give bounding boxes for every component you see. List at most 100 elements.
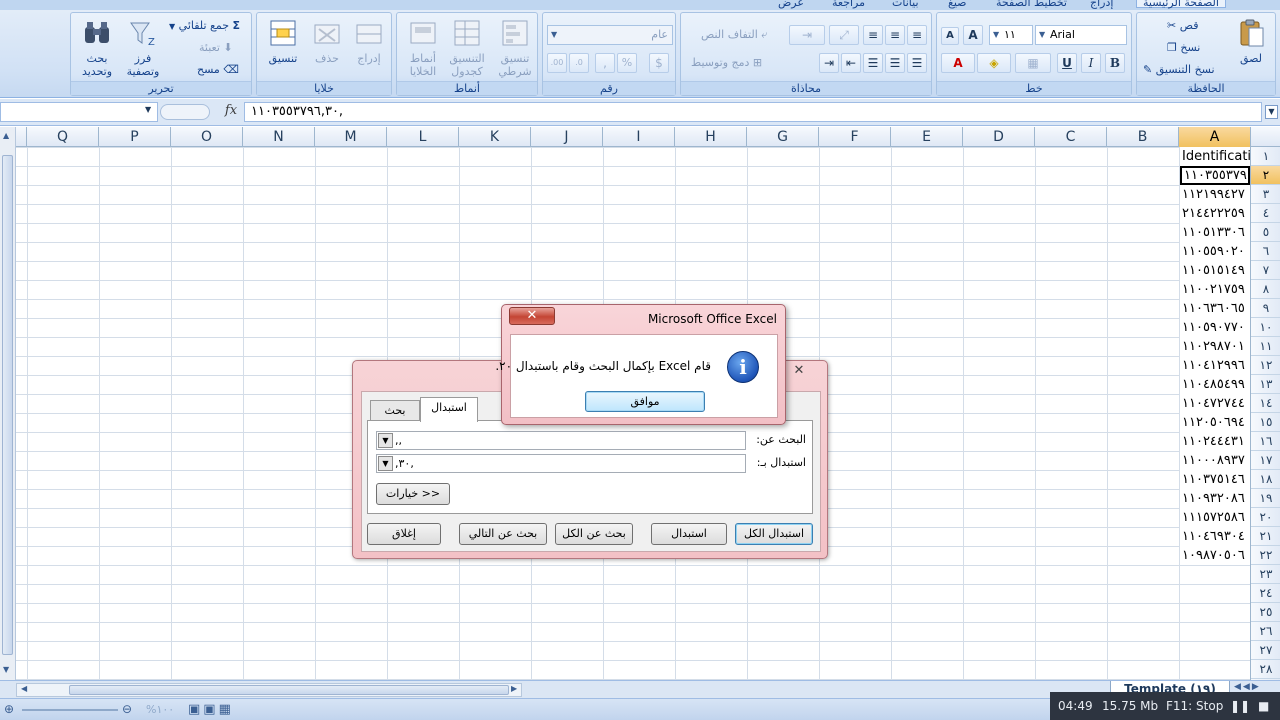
column-header-j[interactable]: J bbox=[530, 127, 602, 147]
insert-cells-button[interactable]: إدراج bbox=[345, 17, 393, 65]
cell-a[interactable]: ١١٠٢٤٤٤٣١ bbox=[1180, 432, 1250, 451]
replace-with-input[interactable]: ▼ ,٣٠, bbox=[376, 454, 746, 473]
underline-button[interactable]: U bbox=[1057, 53, 1077, 73]
fill-color-icon[interactable]: ◈ bbox=[977, 53, 1011, 73]
row-header[interactable]: ٢٨ bbox=[1251, 660, 1280, 679]
number-format-combo[interactable]: ▼ عام bbox=[547, 25, 673, 45]
row-header[interactable]: ١١ bbox=[1251, 337, 1280, 356]
tab-data[interactable]: بيانات bbox=[892, 0, 919, 9]
cell-a[interactable]: ١١٠٤٦٩٣٠٤ bbox=[1180, 527, 1250, 546]
scroll-down-icon[interactable]: ▼ bbox=[3, 665, 9, 674]
grow-font-button[interactable]: A bbox=[963, 25, 983, 45]
align-center-icon[interactable]: ☰ bbox=[885, 53, 905, 73]
cell-a[interactable]: ١١٠٤٧٢٧٤٤ bbox=[1180, 394, 1250, 413]
row-header[interactable]: ٢٢ bbox=[1251, 546, 1280, 565]
column-header-i[interactable]: I bbox=[602, 127, 674, 147]
row-header[interactable]: ٩ bbox=[1251, 299, 1280, 318]
align-right-icon[interactable]: ☰ bbox=[907, 53, 927, 73]
merge-center-button[interactable]: دمج وتوسيط ⊞ bbox=[691, 54, 762, 72]
cell-a[interactable]: ١١٠٥١٥١٤٩ bbox=[1180, 261, 1250, 280]
align-top-icon[interactable]: ≡ bbox=[907, 25, 927, 45]
active-cell[interactable]: ١١٠٣٥٥٣٧٩ bbox=[1180, 166, 1250, 185]
fill-button[interactable]: تعبئة ⬇ bbox=[199, 39, 233, 57]
horizontal-scrollbar[interactable]: ◀ ▶ bbox=[16, 683, 522, 697]
find-dialog-close-icon[interactable]: ✕ bbox=[789, 364, 809, 380]
delete-cells-button[interactable]: حذف bbox=[303, 17, 351, 65]
percent-button[interactable]: % bbox=[617, 53, 637, 73]
cell-a[interactable]: Identification bbox=[1180, 147, 1250, 166]
orientation-icon[interactable]: ⤢ bbox=[829, 25, 859, 45]
sort-filter-button[interactable]: Z فرز وتصفية bbox=[119, 17, 167, 78]
shrink-font-button[interactable]: A bbox=[941, 27, 959, 45]
cell-a[interactable]: ١١٢٠٥٠٦٩٤ bbox=[1180, 413, 1250, 432]
row-header[interactable]: ٦ bbox=[1251, 242, 1280, 261]
expand-formula-bar-icon[interactable]: ▼ bbox=[1265, 105, 1278, 119]
column-header-n[interactable]: N bbox=[242, 127, 314, 147]
row-header[interactable]: ٤ bbox=[1251, 204, 1280, 223]
vertical-scrollbar[interactable]: ▲ ▼ bbox=[0, 127, 16, 680]
borders-icon[interactable]: ▦ bbox=[1015, 53, 1051, 73]
paste-button[interactable]: لصق bbox=[1229, 17, 1273, 65]
comma-button[interactable]: , bbox=[595, 53, 615, 73]
column-header-p[interactable]: P bbox=[98, 127, 170, 147]
column-header-a[interactable]: A bbox=[1178, 127, 1250, 147]
vertical-scroll-thumb[interactable] bbox=[2, 155, 13, 655]
row-header[interactable]: ١ bbox=[1251, 147, 1280, 166]
column-header-e[interactable]: E bbox=[890, 127, 962, 147]
align-middle-icon[interactable]: ≡ bbox=[885, 25, 905, 45]
cell-a[interactable]: ١١٠٥١٣٣٠٦ bbox=[1180, 223, 1250, 242]
row-header[interactable]: ٢٣ bbox=[1251, 565, 1280, 584]
row-header[interactable]: ٨ bbox=[1251, 280, 1280, 299]
row-header[interactable]: ١٧ bbox=[1251, 451, 1280, 470]
cell-a[interactable]: ١١٠٢٩٨٧٠١ bbox=[1180, 337, 1250, 356]
cell-a[interactable]: ٢١٤٤٢٢٢٥٩ bbox=[1180, 204, 1250, 223]
row-header[interactable]: ٣ bbox=[1251, 185, 1280, 204]
increase-decimal-button[interactable]: .00 bbox=[547, 53, 567, 73]
column-header-q[interactable]: Q bbox=[26, 127, 98, 147]
format-cells-button[interactable]: تنسيق bbox=[259, 17, 307, 65]
ok-button[interactable]: موافق bbox=[585, 391, 705, 412]
tab-find[interactable]: بحث bbox=[370, 400, 420, 422]
tab-view[interactable]: عرض bbox=[778, 0, 804, 9]
clear-button[interactable]: مسح ⌫ bbox=[197, 61, 239, 79]
row-header[interactable]: ١٨ bbox=[1251, 470, 1280, 489]
tab-replace[interactable]: استبدال bbox=[420, 397, 478, 422]
formula-input[interactable]: ١١٠٣٥٥٣٧٩٦,٣٠, bbox=[244, 102, 1262, 122]
horizontal-scroll-thumb[interactable] bbox=[69, 685, 509, 695]
stop-icon[interactable]: ■ bbox=[1258, 699, 1269, 713]
conditional-format-button[interactable]: تنسيق شرطي bbox=[491, 17, 539, 78]
column-header-f[interactable]: F bbox=[818, 127, 890, 147]
options-button[interactable]: خيارات >> bbox=[376, 483, 450, 505]
font-name-combo[interactable]: ▼ Arial bbox=[1035, 25, 1127, 45]
find-what-input[interactable]: ▼ ,, bbox=[376, 431, 746, 450]
bold-button[interactable]: B bbox=[1105, 53, 1125, 73]
row-header[interactable]: ٢٥ bbox=[1251, 603, 1280, 622]
close-button[interactable]: إغلاق bbox=[367, 523, 441, 545]
column-header-g[interactable]: G bbox=[746, 127, 818, 147]
autosum-button[interactable]: ▼ جمع تلقائي Σ bbox=[169, 17, 240, 35]
row-header[interactable]: ٢١ bbox=[1251, 527, 1280, 546]
row-header[interactable]: ١٠ bbox=[1251, 318, 1280, 337]
cell-a[interactable]: ١١٠٩٣٢٠٨٦ bbox=[1180, 489, 1250, 508]
cell-a[interactable]: ١١٠٦٣٦٠٦٥ bbox=[1180, 299, 1250, 318]
decrease-indent-icon[interactable]: ⇤ bbox=[841, 53, 861, 73]
row-header[interactable]: ٢٧ bbox=[1251, 641, 1280, 660]
tab-home[interactable]: الصفحة الرئيسية bbox=[1136, 0, 1226, 9]
replace-all-button[interactable]: استبدال الكل bbox=[735, 523, 813, 545]
cell-a[interactable]: ١١٠٥٥٩٠٢٠ bbox=[1180, 242, 1250, 261]
accounting-icon[interactable]: $ bbox=[649, 53, 669, 73]
column-header-d[interactable]: D bbox=[962, 127, 1034, 147]
row-header[interactable]: ١٣ bbox=[1251, 375, 1280, 394]
pause-icon[interactable]: ❚❚ bbox=[1230, 699, 1250, 713]
insert-function-button[interactable]: fx bbox=[220, 103, 242, 121]
view-buttons-icon[interactable]: ▣▣▦ bbox=[188, 702, 234, 717]
cell-a[interactable]: ١١٠٣٧٥١٤٦ bbox=[1180, 470, 1250, 489]
row-header[interactable]: ٢ bbox=[1251, 166, 1280, 185]
wrap-text-button[interactable]: التفاف النص ⤶ bbox=[701, 26, 767, 44]
scroll-up-icon[interactable]: ▲ bbox=[3, 131, 9, 140]
row-header[interactable]: ٧ bbox=[1251, 261, 1280, 280]
column-header-c[interactable]: C bbox=[1034, 127, 1106, 147]
column-header-o[interactable]: O bbox=[170, 127, 242, 147]
cell-a[interactable]: ١٠٩٨٧٠٥٠٦ bbox=[1180, 546, 1250, 565]
column-header-b[interactable]: B bbox=[1106, 127, 1178, 147]
